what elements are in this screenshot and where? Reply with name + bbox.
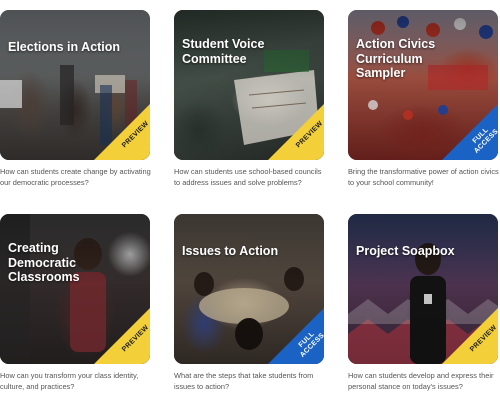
course-card-project-soapbox[interactable]: Project Soapbox PREVIEW How can students… bbox=[348, 214, 498, 392]
card-title: Student Voice Committee bbox=[182, 37, 265, 66]
course-card-creating-democratic-classrooms[interactable]: Creating Democratic Classrooms PREVIEW H… bbox=[0, 214, 150, 392]
course-card-student-voice-committee[interactable]: Student Voice Committee PREVIEW How can … bbox=[174, 10, 324, 188]
card-title: Elections in Action bbox=[8, 40, 121, 54]
card-description: How can students create change by activa… bbox=[0, 167, 151, 187]
card-thumbnail[interactable]: Action Civics Curriculum Sampler FULL AC… bbox=[348, 10, 498, 160]
card-thumbnail[interactable]: Elections in Action PREVIEW bbox=[0, 10, 150, 160]
course-card-issues-to-action[interactable]: Issues to Action FULL ACCESS What are th… bbox=[174, 214, 324, 392]
card-description: How can students develop and express the… bbox=[348, 371, 494, 391]
card-description: What are the steps that take students fr… bbox=[174, 371, 314, 391]
course-card-elections-in-action[interactable]: Elections in Action PREVIEW How can stud… bbox=[0, 10, 151, 188]
card-thumbnail[interactable]: Creating Democratic Classrooms PREVIEW bbox=[0, 214, 150, 364]
card-thumbnail[interactable]: Student Voice Committee PREVIEW bbox=[174, 10, 324, 160]
card-description: How can students use school-based counci… bbox=[174, 167, 322, 187]
card-description: Bring the transformative power of action… bbox=[348, 167, 499, 187]
card-description: How can you transform your class identit… bbox=[0, 371, 139, 391]
card-title: Creating Democratic Classrooms bbox=[8, 241, 80, 284]
card-title: Issues to Action bbox=[182, 244, 279, 258]
card-thumbnail[interactable]: Issues to Action FULL ACCESS bbox=[174, 214, 324, 364]
card-title: Action Civics Curriculum Sampler bbox=[356, 37, 436, 80]
card-thumbnail[interactable]: Project Soapbox PREVIEW bbox=[348, 214, 498, 364]
card-title: Project Soapbox bbox=[356, 244, 455, 258]
course-card-action-civics-curriculum-sampler[interactable]: Action Civics Curriculum Sampler FULL AC… bbox=[348, 10, 499, 188]
